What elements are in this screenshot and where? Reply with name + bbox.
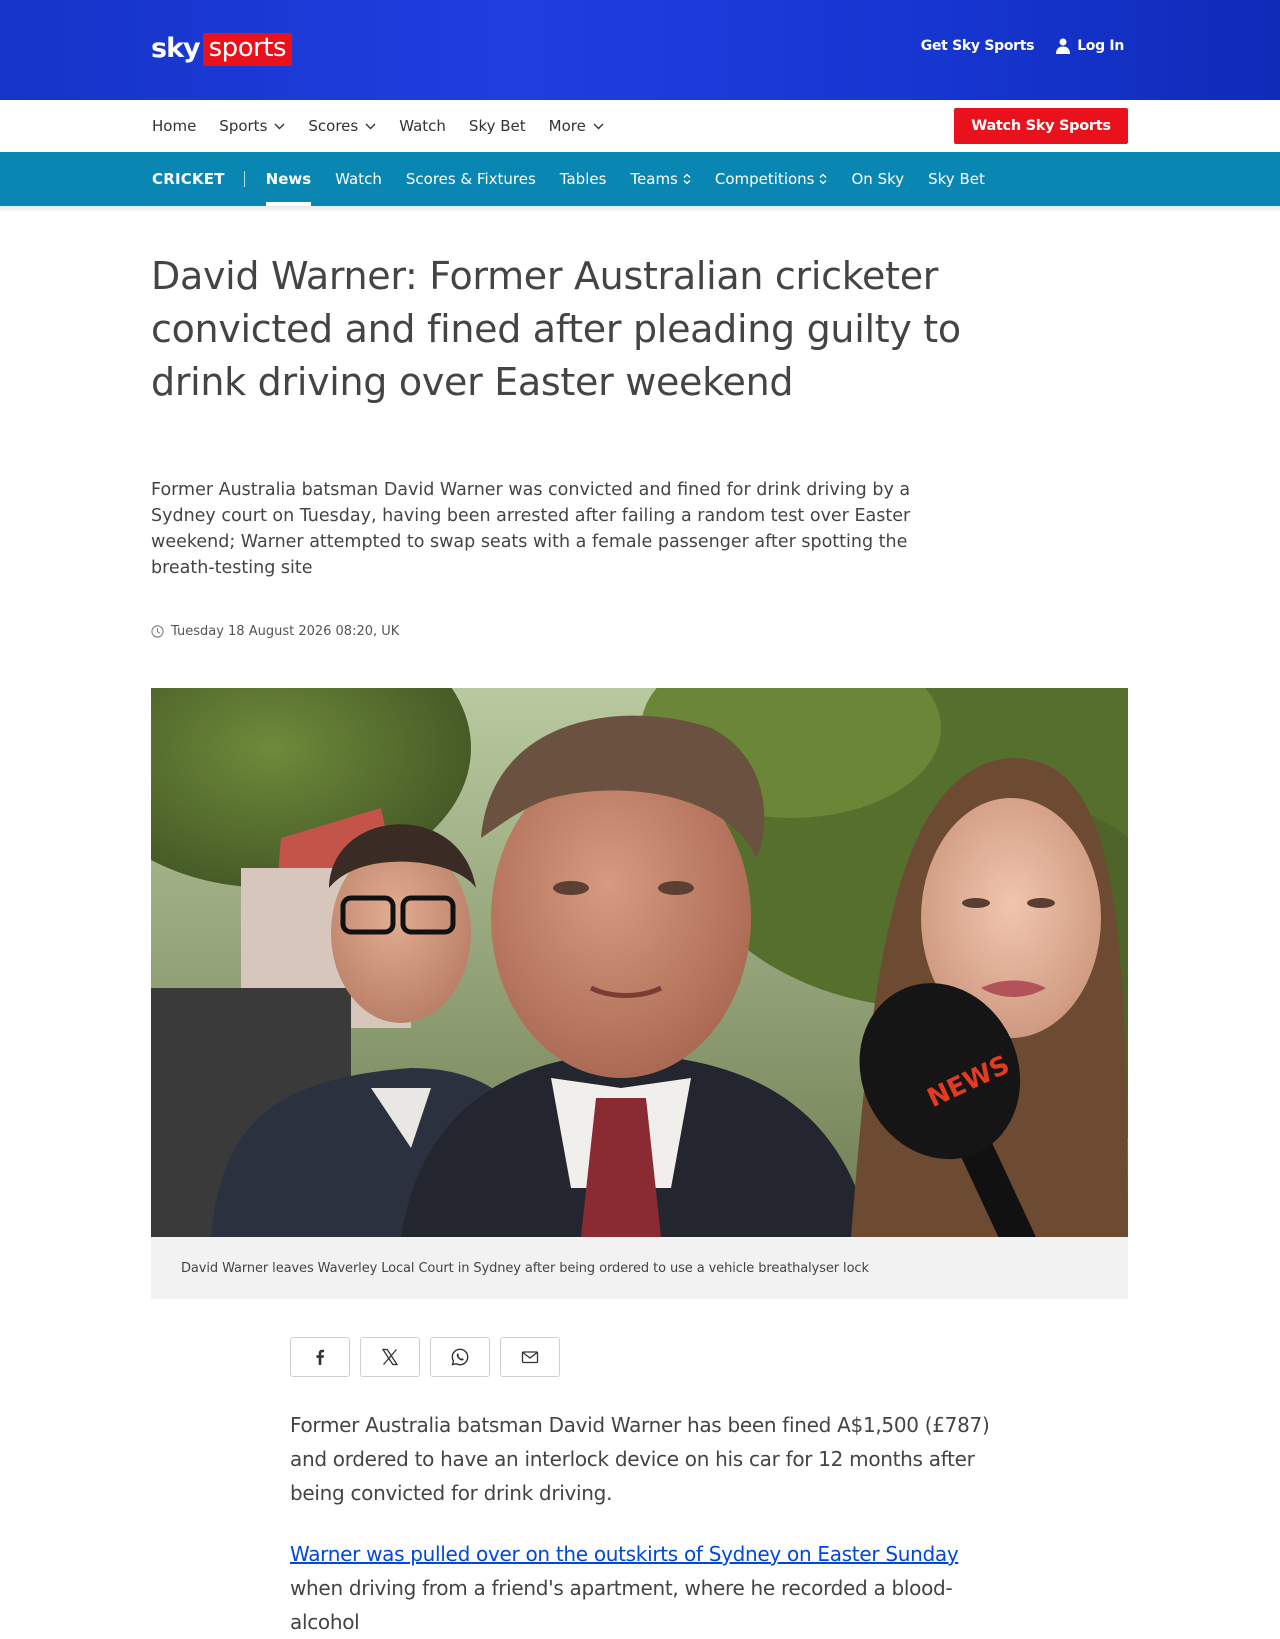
subnav-shadow	[0, 206, 1280, 212]
nav-sports[interactable]: Sports	[219, 117, 285, 135]
user-icon	[1056, 38, 1071, 54]
log-in-link[interactable]: Log In	[1056, 38, 1124, 54]
share-x-button[interactable]	[360, 1337, 420, 1377]
cricket-sub-nav: CRICKET News Watch Scores & Fixtures Tab…	[0, 152, 1280, 206]
share-email-button[interactable]	[500, 1337, 560, 1377]
whatsapp-icon	[451, 1348, 469, 1366]
share-whatsapp-button[interactable]	[430, 1337, 490, 1377]
nav-more-label: More	[548, 117, 586, 135]
sort-updown-icon	[683, 173, 691, 185]
masthead: sky sports Get Sky Sports Log In	[0, 0, 1280, 100]
get-sky-sports-link[interactable]: Get Sky Sports	[921, 38, 1035, 54]
subnav-teams[interactable]: Teams	[630, 152, 691, 206]
subnav-watch[interactable]: Watch	[335, 152, 382, 206]
email-icon	[521, 1351, 539, 1364]
chevron-down-icon	[365, 123, 376, 129]
nav-sports-label: Sports	[219, 117, 268, 135]
share-facebook-button[interactable]	[290, 1337, 350, 1377]
clock-icon	[151, 625, 164, 638]
chevron-down-icon	[274, 123, 285, 129]
logo-sky-text: sky	[151, 33, 201, 64]
article-paragraph-1: Former Australia batsman David Warner ha…	[290, 1413, 990, 1505]
subnav-news[interactable]: News	[265, 152, 311, 206]
facebook-icon	[316, 1349, 325, 1365]
sort-updown-icon	[820, 173, 827, 185]
sky-sports-logo[interactable]: sky sports	[151, 31, 293, 67]
nav-more[interactable]: More	[549, 117, 604, 135]
logo-sports-text: sports	[202, 32, 293, 66]
log-in-label: Log In	[1077, 38, 1124, 54]
subnav-teams-label: Teams	[630, 170, 678, 188]
hero-photo-illustration: NEWS	[151, 688, 1128, 1237]
paragraph-2-rest: when driving from a friend's apartment, …	[290, 1576, 953, 1634]
article-headline: David Warner: Former Australian crickete…	[151, 254, 961, 404]
nav-sky-bet[interactable]: Sky Bet	[469, 117, 526, 135]
nav-home[interactable]: Home	[152, 117, 196, 135]
chevron-down-icon	[593, 123, 604, 129]
x-icon	[381, 1348, 399, 1366]
image-caption-box: David Warner leaves Waverley Local Court…	[151, 1237, 1128, 1299]
primary-nav: Home Sports Scores Watch Sky Bet More Wa…	[0, 100, 1280, 152]
nav-scores[interactable]: Scores	[308, 117, 376, 135]
article-standfirst: Former Australia batsman David Warner wa…	[151, 480, 911, 578]
easter-sunday-link[interactable]: Warner was pulled over on the outskirts …	[290, 1542, 959, 1566]
nav-scores-label: Scores	[308, 117, 359, 135]
subnav-competitions[interactable]: Competitions	[715, 152, 828, 206]
subnav-scores-fixtures[interactable]: Scores & Fixtures	[406, 152, 536, 206]
section-title[interactable]: CRICKET	[152, 171, 245, 187]
timestamp-text: Tuesday 18 August 2026 08:20, UK	[171, 624, 400, 639]
article-paragraph-2: Warner was pulled over on the outskirts …	[290, 1537, 990, 1639]
subnav-sky-bet[interactable]: Sky Bet	[928, 152, 985, 206]
subnav-competitions-label: Competitions	[714, 170, 815, 188]
share-bar	[290, 1337, 560, 1377]
image-caption: David Warner leaves Waverley Local Court…	[181, 1261, 869, 1276]
nav-watch[interactable]: Watch	[399, 117, 446, 135]
watch-sky-sports-button[interactable]: Watch Sky Sports	[954, 108, 1128, 144]
masthead-actions: Get Sky Sports Log In	[921, 38, 1124, 54]
hero-image: NEWS	[151, 688, 1128, 1237]
subnav-on-sky[interactable]: On Sky	[851, 152, 904, 206]
subnav-tables[interactable]: Tables	[560, 152, 607, 206]
article-timestamp: Tuesday 18 August 2026 08:20, UK	[151, 624, 399, 639]
